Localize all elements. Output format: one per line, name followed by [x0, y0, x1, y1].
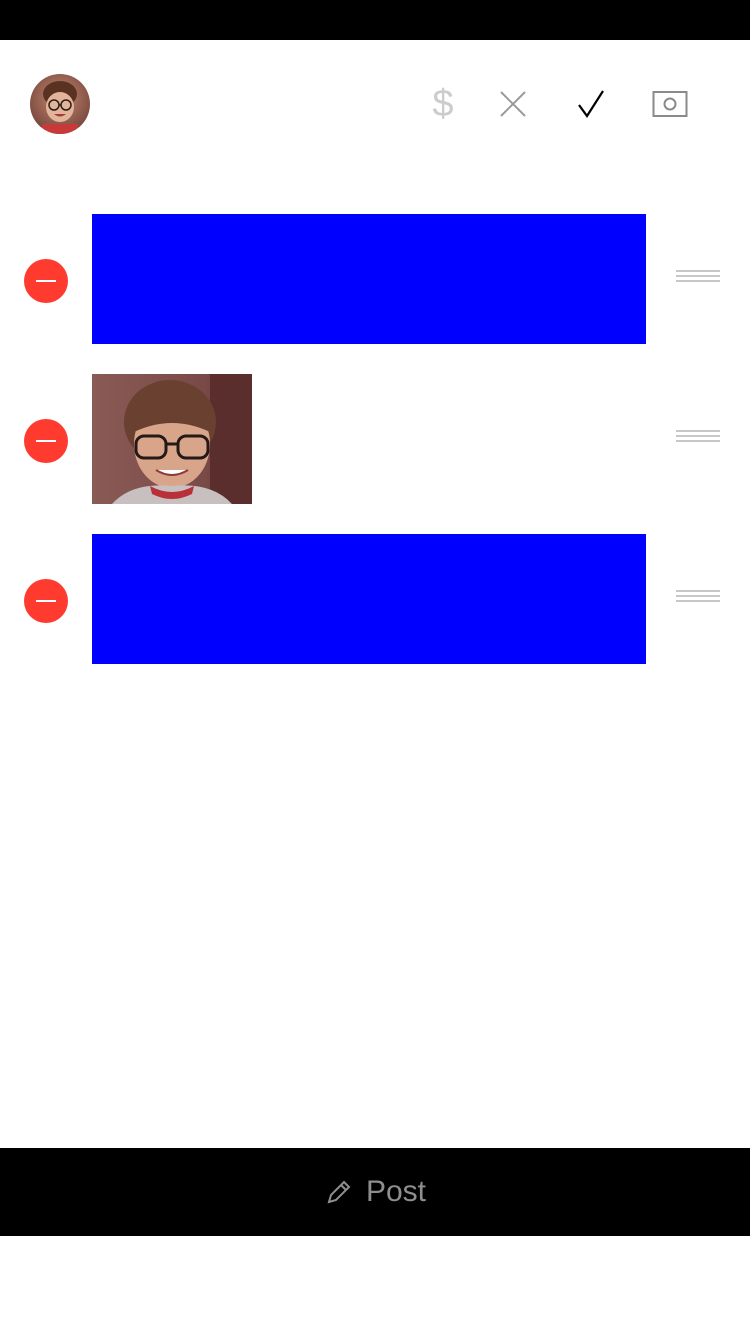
drag-handle-icon[interactable]: [676, 590, 720, 608]
status-bar: [0, 0, 750, 40]
list-item: [0, 534, 750, 664]
pencil-icon: [327, 1180, 351, 1204]
list-item: [0, 374, 750, 504]
minus-icon: [36, 600, 56, 602]
minus-icon: [36, 280, 56, 282]
remove-button[interactable]: [24, 579, 68, 623]
drag-handle-icon[interactable]: [676, 430, 720, 448]
avatar-image: [30, 74, 90, 134]
drag-handle-icon[interactable]: [676, 270, 720, 288]
remove-button[interactable]: [24, 259, 68, 303]
avatar[interactable]: [30, 74, 90, 134]
photo-thumbnail[interactable]: [92, 374, 252, 504]
close-icon[interactable]: [493, 84, 533, 124]
list-item: [0, 214, 750, 344]
remove-button[interactable]: [24, 419, 68, 463]
post-button[interactable]: Post: [0, 1148, 750, 1236]
check-icon[interactable]: [571, 84, 611, 124]
minus-icon: [36, 440, 56, 442]
camera-icon[interactable]: [650, 84, 690, 124]
content-block[interactable]: [92, 214, 646, 344]
post-label: Post: [365, 1175, 427, 1208]
dollar-icon[interactable]: $: [423, 84, 463, 124]
content-block[interactable]: [92, 534, 646, 664]
screen: $ Post: [0, 0, 750, 1334]
